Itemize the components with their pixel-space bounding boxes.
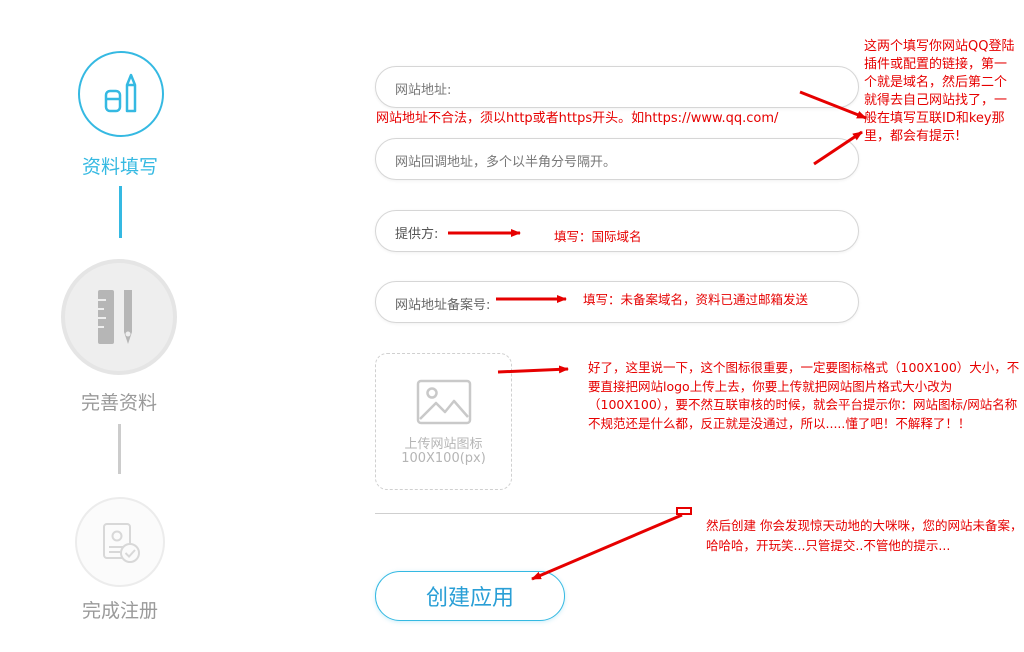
- pencil-document-icon: [104, 73, 137, 113]
- step-1-label: 资料填写: [81, 156, 158, 178]
- highlight-marker: [676, 507, 692, 515]
- provider-note: 填写：国际域名: [554, 229, 642, 244]
- arrow-submit: [531, 513, 683, 581]
- step-1-circle: [78, 51, 164, 137]
- page: 资料填写 完善资料 完成注册 网站地址: 网站地址不合法，须以http或者htt…: [0, 0, 1024, 652]
- step-2-circle: [61, 259, 177, 375]
- icon-note: 好了，这里说一下，这个图标很重要，一定要图标格式（100X100）大小，不要直接…: [588, 360, 1020, 431]
- upload-size: 100X100(px): [401, 451, 486, 466]
- badge-check-icon: [103, 523, 140, 563]
- step-3-label: 完成注册: [81, 600, 158, 622]
- icp-note: 填写：未备案域名，资料已通过邮箱发送: [583, 292, 809, 307]
- step-connector-1: [119, 186, 122, 238]
- ruler-pen-icon: [98, 290, 132, 344]
- url-error-message: 网站地址不合法，须以http或者https开头。如https://www.qq.…: [376, 111, 779, 126]
- icp-number-label: 网站地址备案号:: [395, 298, 491, 313]
- form-divider: [375, 513, 685, 514]
- bottom-note: 然后创建 你会发现惊天动地的大咪咪，您的网站未备案，哈哈哈，开玩笑...只管提交…: [706, 518, 1023, 553]
- image-icon: [416, 379, 472, 425]
- step-3-circle: [75, 497, 165, 587]
- callback-address-placeholder: 网站回调地址，多个以半角分号隔开。: [395, 155, 617, 170]
- website-address-placeholder: 网站地址:: [395, 83, 452, 98]
- callback-address-field[interactable]: 网站回调地址，多个以半角分号隔开。: [375, 138, 859, 180]
- provider-label: 提供方:: [395, 227, 439, 242]
- right-note: 这两个填写你网站QQ登陆插件或配置的链接，第一个就是域名，然后第二个就得去自己网…: [864, 39, 1015, 144]
- step-connector-2: [118, 424, 121, 474]
- upload-title: 上传网站图标: [404, 437, 483, 452]
- upload-icon-area[interactable]: 上传网站图标 100X100(px): [375, 353, 512, 490]
- website-address-field[interactable]: 网站地址:: [375, 66, 859, 108]
- create-app-button[interactable]: 创建应用: [375, 571, 565, 621]
- step-2-label: 完善资料: [80, 392, 157, 414]
